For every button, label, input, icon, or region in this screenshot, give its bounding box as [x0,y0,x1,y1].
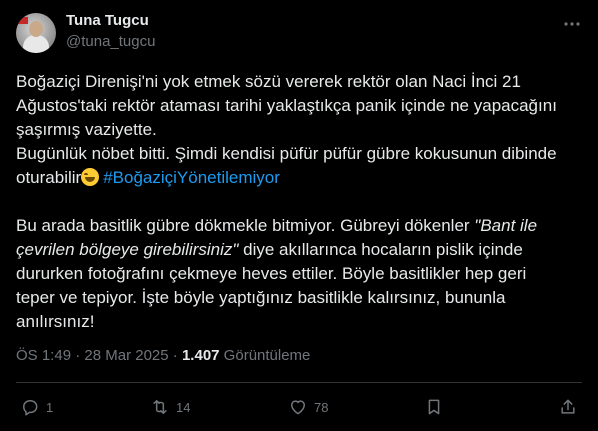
divider [16,382,582,383]
quoted-text: çevrilen bölgeye girebilirsiniz" [16,240,239,259]
views-label: Görüntüleme [219,347,311,364]
tweet-line-text: oturabilir [16,168,82,187]
author-name[interactable]: Tuna Tugcu [66,12,149,29]
tweet-line: çevrilen bölgeye girebilirsiniz" diye ak… [16,238,582,262]
heart-icon [291,400,305,415]
bookmark-button[interactable] [424,396,444,418]
avatar-flag [18,17,28,24]
meta-separator: · [168,347,182,364]
tweet-line: şaşırmış vaziyette. [16,120,157,139]
tweet-line: oturabilir #BoğaziçiYönetilemiyor [16,166,582,190]
hashtag-link[interactable]: #BoğaziçiYönetilemiyor [103,168,280,187]
reply-count: 1 [46,399,54,415]
views-count: 1.407 [181,347,220,364]
author-handle[interactable]: @tuna_tugcu [66,33,155,50]
retweet-count: 14 [176,399,191,415]
retweet-icon [153,400,167,414]
share-button[interactable] [558,396,578,418]
like-button[interactable]: 78 [288,396,328,418]
quoted-text: "Bant ile [474,216,538,235]
tweet-line: Bu arada basitlik gübre dökmekle bitmiyo… [16,214,582,238]
share-icon [561,399,575,414]
reply-icon [23,400,38,416]
tweet-text: Boğaziçi Direnişi'ni yok etmek sözü vere… [16,70,582,334]
tweet-line: Boğaziçi Direnişi'ni yok etmek sözü vere… [16,72,521,91]
tweet-line: anılırsınız! [16,312,95,331]
avatar-head [29,21,43,37]
tweet-time[interactable]: ÖS 1:49 [16,347,71,364]
bookmark-icon [428,399,440,415]
tweet-line: Ağustos'taki rektör ataması tarihi yakla… [16,96,557,115]
tweet-line: dururken fotoğrafını çekmeye heves ettil… [16,264,527,283]
tweet-line-text: Bu arada basitlik gübre dökmekle bitmiyo… [16,216,475,235]
avatar-body [23,35,49,53]
avatar[interactable] [16,13,56,53]
tweet-meta: ÖS 1:49 · 28 Mar 2025 · 1.407 Görüntülem… [16,347,310,364]
tweet-line: Bugünlük nöbet bitti. Şimdi kendisi püfü… [16,144,557,163]
more-options-icon[interactable] [562,14,582,34]
reply-button[interactable]: 1 [20,396,53,418]
tweet-line: teper ve tepiyor. İşte böyle yaptığınız … [16,288,506,307]
tweet-card: Tuna Tugcu @tuna_tugcu Boğaziçi Direnişi… [0,0,598,431]
tweet-date[interactable]: 28 Mar 2025 [84,347,168,364]
tweet-line-text: diye akıllarınca hocaların pislik içinde [238,240,523,259]
like-count: 78 [314,399,329,415]
retweet-button[interactable]: 14 [150,396,190,418]
meta-separator: · [71,347,85,364]
grinning-sweat-emoji-icon [81,168,100,186]
